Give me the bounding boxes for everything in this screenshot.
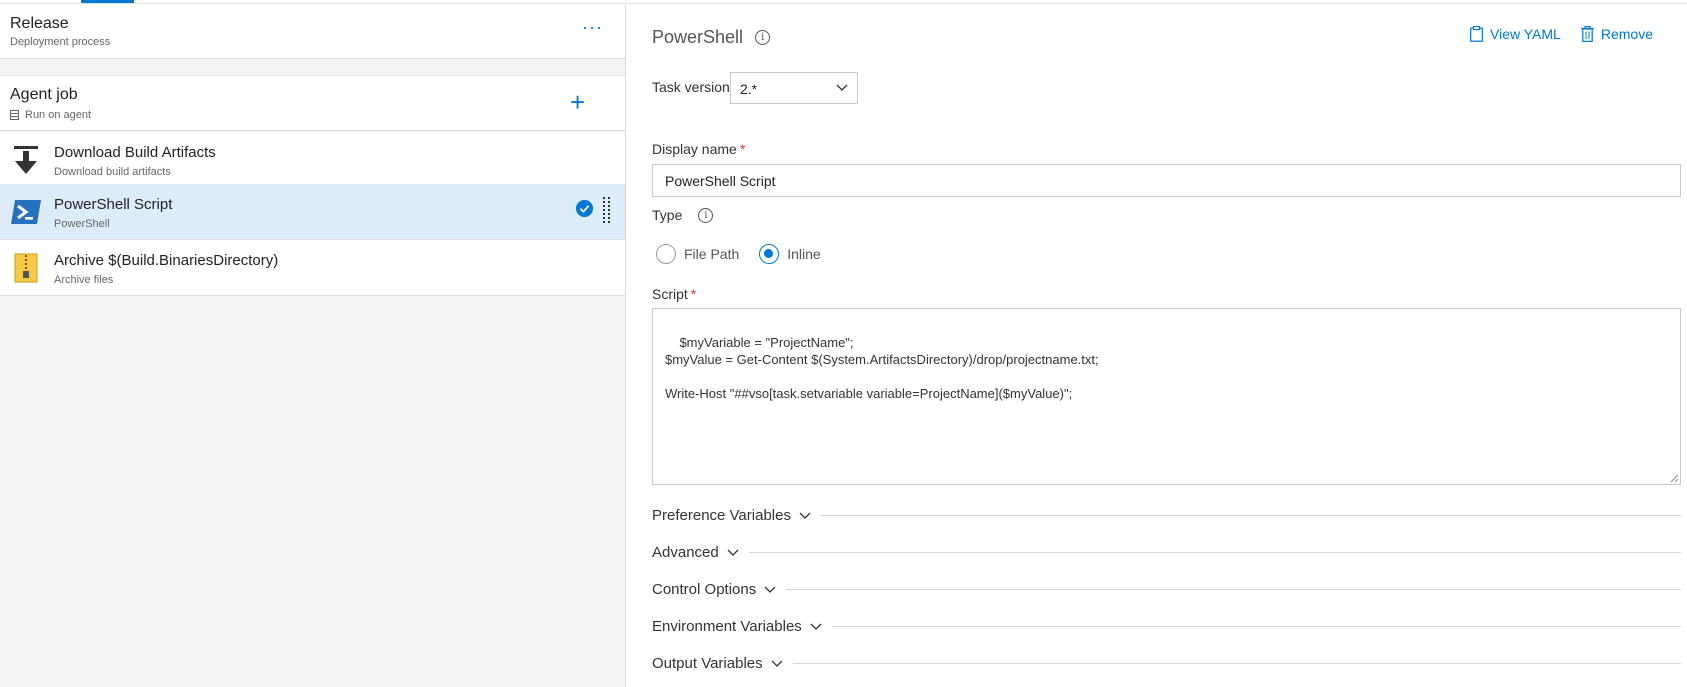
section-divider bbox=[792, 662, 1681, 664]
type-radio-group: File Path Inline bbox=[656, 244, 821, 264]
display-name-label-text: Display name bbox=[652, 141, 737, 157]
section-divider bbox=[820, 514, 1681, 516]
powershell-icon bbox=[11, 200, 41, 224]
chevron-down-icon bbox=[727, 549, 739, 556]
chevron-down-icon bbox=[799, 512, 811, 519]
radio-label-file-path: File Path bbox=[684, 246, 740, 262]
section-divider bbox=[786, 588, 1681, 590]
add-task-button[interactable]: + bbox=[570, 89, 585, 115]
task-version-select[interactable]: 2.* bbox=[730, 72, 858, 104]
view-yaml-label: View YAML bbox=[1490, 26, 1561, 42]
drag-handle-icon[interactable] bbox=[603, 197, 611, 225]
details-header: PowerShell i bbox=[652, 27, 771, 48]
type-info-icon[interactable]: i bbox=[698, 207, 714, 223]
section-label: Output Variables bbox=[652, 654, 763, 672]
type-label: Type bbox=[652, 207, 683, 223]
type-option-inline[interactable]: Inline bbox=[759, 244, 821, 264]
script-content: $myVariable = "ProjectName"; $myValue = … bbox=[665, 335, 1099, 401]
view-yaml-button[interactable]: View YAML bbox=[1470, 26, 1561, 42]
release-subtitle: Deployment process bbox=[10, 36, 111, 48]
type-option-file-path[interactable]: File Path bbox=[656, 244, 739, 264]
agent-job-subtitle: Run on agent bbox=[10, 109, 91, 121]
chevron-down-icon bbox=[836, 84, 848, 91]
chevron-down-icon bbox=[771, 660, 783, 667]
server-icon bbox=[10, 110, 19, 120]
required-marker: * bbox=[690, 286, 697, 302]
section-label: Preference Variables bbox=[652, 506, 791, 524]
clipboard-icon bbox=[1470, 26, 1483, 42]
type-label-row: Type i bbox=[652, 207, 714, 223]
active-tab-indicator bbox=[81, 0, 134, 3]
script-label: Script * bbox=[652, 286, 696, 302]
chevron-down-icon bbox=[810, 623, 822, 630]
chevron-down-icon bbox=[764, 586, 776, 593]
remove-label: Remove bbox=[1600, 26, 1653, 42]
section-output-variables[interactable]: Output Variables bbox=[652, 653, 1681, 673]
task-version-value: 2.* bbox=[740, 81, 758, 97]
section-divider bbox=[748, 551, 1681, 553]
task-subtitle: Download build artifacts bbox=[54, 166, 171, 178]
section-preference-variables[interactable]: Preference Variables bbox=[652, 505, 1681, 525]
agent-job-title: Agent job bbox=[10, 86, 78, 103]
task-version-label: Task version bbox=[652, 79, 730, 95]
display-name-field[interactable]: PowerShell Script bbox=[652, 164, 1681, 197]
process-pane: Release Deployment process ··· Agent job… bbox=[0, 5, 626, 687]
task-title: Archive $(Build.BinariesDirectory) bbox=[54, 252, 279, 269]
section-label: Environment Variables bbox=[652, 617, 802, 635]
radio-file-path[interactable] bbox=[656, 244, 676, 264]
remove-button[interactable]: Remove bbox=[1580, 26, 1653, 42]
task-subtitle: PowerShell bbox=[54, 218, 110, 230]
display-name-label: Display name * bbox=[652, 141, 745, 157]
radio-label-inline: Inline bbox=[787, 246, 821, 262]
task-details-pane: PowerShell i View YAML Remove Task versi… bbox=[627, 5, 1687, 687]
section-control-options[interactable]: Control Options bbox=[652, 579, 1681, 599]
top-border bbox=[0, 0, 1687, 4]
task-row-archive[interactable]: Archive $(Build.BinariesDirectory) Archi… bbox=[0, 240, 625, 296]
more-options-button[interactable]: ··· bbox=[582, 18, 603, 36]
trash-icon bbox=[1580, 26, 1594, 42]
required-marker: * bbox=[739, 141, 746, 157]
release-title: Release bbox=[10, 15, 69, 32]
task-subtitle: Archive files bbox=[54, 274, 114, 286]
script-label-text: Script bbox=[652, 286, 688, 302]
script-textarea[interactable]: $myVariable = "ProjectName"; $myValue = … bbox=[652, 308, 1681, 485]
release-header[interactable]: Release Deployment process ··· bbox=[0, 5, 625, 59]
task-title: PowerShell Script bbox=[54, 196, 173, 213]
agent-job-row[interactable]: Agent job Run on agent + bbox=[0, 75, 625, 131]
header-actions: View YAML Remove bbox=[1470, 26, 1653, 42]
section-divider bbox=[831, 625, 1681, 627]
task-row-download-build-artifacts[interactable]: Download Build Artifacts Download build … bbox=[0, 132, 625, 188]
section-label: Advanced bbox=[652, 543, 719, 561]
enabled-check-icon[interactable] bbox=[576, 200, 593, 217]
zip-archive-icon bbox=[14, 253, 38, 283]
resize-handle-icon[interactable] bbox=[1669, 473, 1679, 483]
task-title: Download Build Artifacts bbox=[54, 144, 216, 161]
section-advanced[interactable]: Advanced bbox=[652, 542, 1681, 562]
task-row-powershell-script[interactable]: PowerShell Script PowerShell bbox=[0, 184, 625, 240]
agent-job-subtitle-text: Run on agent bbox=[25, 109, 92, 121]
section-label: Control Options bbox=[652, 580, 757, 598]
download-arrow-icon bbox=[14, 146, 38, 174]
radio-inline[interactable] bbox=[759, 244, 780, 264]
details-title: PowerShell bbox=[652, 27, 744, 47]
info-icon[interactable]: i bbox=[755, 30, 771, 45]
section-environment-variables[interactable]: Environment Variables bbox=[652, 616, 1681, 636]
